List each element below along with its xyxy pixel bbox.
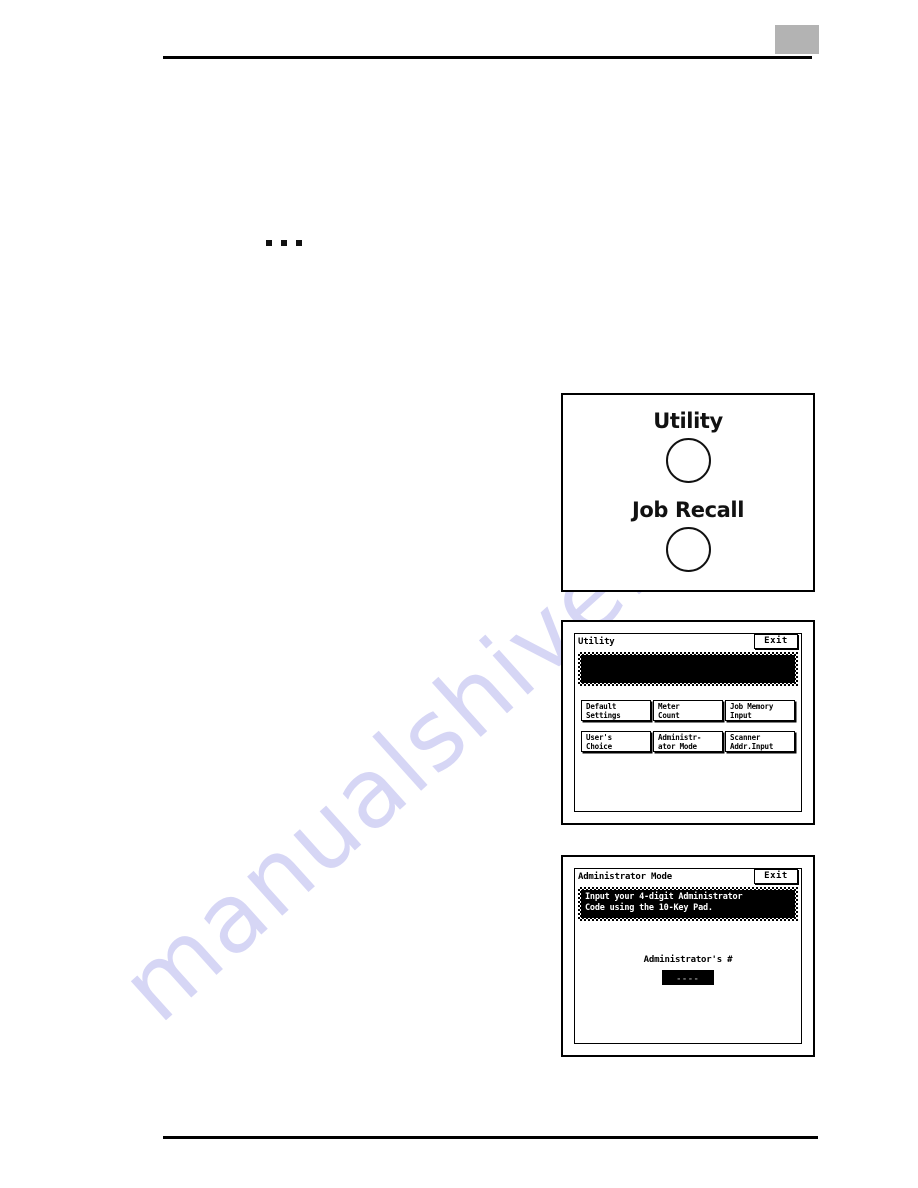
dot-icon	[281, 240, 287, 246]
message-band-inner	[581, 655, 795, 683]
button-meter-count[interactable]: Meter Count	[653, 700, 723, 721]
administrator-code-input[interactable]: ----	[662, 970, 714, 985]
dot-icon	[266, 240, 272, 246]
administrator-code-label: Administrator's #	[643, 955, 733, 965]
button-default-settings[interactable]: Default Settings	[581, 700, 651, 721]
button-label-line2: Input	[730, 711, 752, 720]
header-page-marker	[775, 25, 819, 54]
message-band-inner: Input your 4-digit Administrator Code us…	[581, 890, 795, 918]
button-label-line1: Job Memory	[730, 702, 774, 711]
utility-button-row: Default Settings Meter Count Job Memory …	[581, 700, 795, 721]
dot-icon	[296, 240, 302, 246]
button-scanner-addr-input[interactable]: Scanner Addr.Input	[725, 731, 795, 752]
button-label-line2: ator Mode	[658, 742, 697, 751]
button-label-line2: Count	[658, 711, 680, 720]
header-rule	[163, 56, 812, 59]
message-band	[578, 652, 798, 686]
round-button-icon[interactable]	[665, 527, 711, 572]
utility-button-row: User's Choice Administr- ator Mode Scann…	[581, 731, 795, 752]
operator-key-label: Job Recall	[631, 498, 744, 522]
button-label-line2: Addr.Input	[730, 742, 774, 751]
button-label-line1: User's	[586, 733, 612, 742]
lcd-titlebar: Utility Exit	[575, 634, 801, 651]
exit-button[interactable]: Exit	[754, 634, 798, 649]
button-label-line2: Choice	[586, 742, 612, 751]
utility-button-grid: Default Settings Meter Count Job Memory …	[581, 700, 795, 752]
message-line: Code using the 10-Key Pad.	[585, 903, 713, 913]
footer-rule	[163, 1136, 818, 1139]
button-users-choice[interactable]: User's Choice	[581, 731, 651, 752]
operator-key-label: Utility	[653, 409, 723, 433]
button-label-line1: Default	[586, 702, 617, 711]
button-label-line1: Scanner	[730, 733, 761, 742]
lcd-titlebar: Administrator Mode Exit	[575, 869, 801, 886]
button-label-line1: Meter	[658, 702, 680, 711]
button-label-line1: Administr-	[658, 733, 702, 742]
message-band: Input your 4-digit Administrator Code us…	[578, 887, 798, 921]
figure-operator-keys: Utility Job Recall	[561, 393, 815, 592]
button-administrator-mode[interactable]: Administr- ator Mode	[653, 731, 723, 752]
administrator-code-field: Administrator's # ----	[575, 955, 801, 985]
lcd-screen-utility: Utility Exit Default Settings Meter Coun…	[574, 633, 802, 812]
operator-key-utility[interactable]: Utility	[563, 411, 813, 483]
figure-administrator-mode-screen: Administrator Mode Exit Input your 4-dig…	[561, 855, 815, 1057]
lcd-screen-admin: Administrator Mode Exit Input your 4-dig…	[574, 868, 802, 1044]
button-job-memory-input[interactable]: Job Memory Input	[725, 700, 795, 721]
operator-key-job-recall[interactable]: Job Recall	[563, 500, 813, 572]
button-label-line2: Settings	[586, 711, 621, 720]
message-line: Input your 4-digit Administrator	[585, 892, 743, 902]
exit-button[interactable]: Exit	[754, 869, 798, 884]
ellipsis-bullet	[266, 240, 302, 246]
figure-utility-screen: Utility Exit Default Settings Meter Coun…	[561, 620, 815, 825]
round-button-icon[interactable]	[665, 438, 711, 483]
